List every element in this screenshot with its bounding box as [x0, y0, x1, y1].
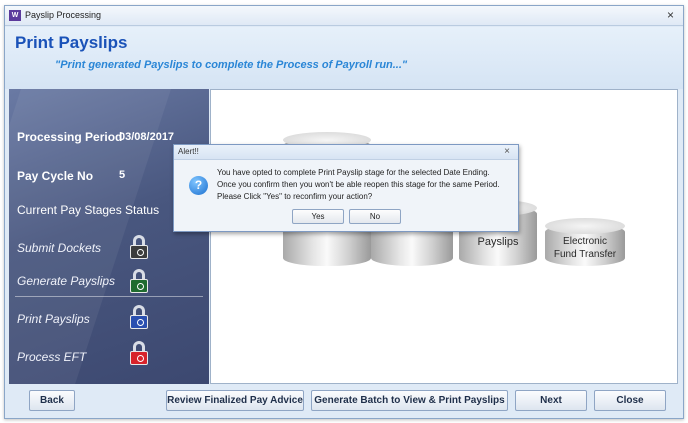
yes-button[interactable]: Yes: [292, 209, 344, 224]
stage-diagram-panel: Payslips Electronic Fund Transfer: [210, 89, 678, 384]
alert-message-line2: Once you confirm then you won't be able …: [217, 180, 500, 189]
pay-stages-status-heading: Current Pay Stages Status: [17, 203, 160, 217]
alert-message-line1: You have opted to complete Print Payslip…: [217, 168, 490, 177]
payslips-stage-label: Payslips: [477, 236, 519, 248]
stage-process-eft-label: Process EFT: [17, 350, 87, 364]
page-header: Print Payslips "Print generated Payslips…: [5, 27, 683, 89]
stage-generate-payslips-label: Generate Payslips: [17, 274, 116, 288]
window-titlebar: W Payslip Processing ×: [5, 6, 683, 26]
stage-cylinder-top: [545, 218, 625, 234]
stage-divider: [15, 296, 203, 297]
stage-print-payslips-label: Print Payslips: [17, 312, 90, 326]
alert-dialog-titlebar: Alert!! ×: [174, 145, 518, 160]
next-button[interactable]: Next: [515, 390, 587, 411]
sidebar-status-panel: Processing Period 03/08/2017 Pay Cycle N…: [9, 89, 209, 384]
alert-close-icon[interactable]: ×: [504, 146, 510, 157]
generate-batch-button[interactable]: Generate Batch to View & Print Payslips: [311, 390, 508, 411]
alert-message-line3: Please Click "Yes" to reconfirm your act…: [217, 192, 373, 201]
eft-stage-label-line1: Electronic: [563, 236, 607, 247]
page-title: Print Payslips: [15, 33, 128, 52]
review-pay-advice-button[interactable]: Review Finalized Pay Advice: [166, 390, 304, 411]
padlock-open-icon: [130, 341, 148, 365]
window-close-button[interactable]: ×: [667, 8, 674, 22]
close-button[interactable]: Close: [594, 390, 666, 411]
stage-submit-dockets-label: Submit Dockets: [17, 241, 102, 255]
alert-dialog: Alert!! × ? You have opted to complete P…: [173, 144, 519, 232]
pay-cycle-value: 5: [119, 169, 126, 181]
padlock-open-icon: [130, 269, 148, 293]
question-icon: ?: [189, 176, 208, 195]
page-subtitle: "Print generated Payslips to complete th…: [55, 59, 408, 71]
back-button[interactable]: Back: [29, 390, 75, 411]
window-title: Payslip Processing: [25, 10, 102, 20]
processing-period-label: Processing Period: [17, 130, 123, 144]
padlock-open-icon: [130, 235, 148, 259]
eft-stage-label-line2: Fund Transfer: [553, 249, 617, 260]
processing-period-value: 03/08/2017: [119, 131, 175, 143]
pay-cycle-label: Pay Cycle No: [17, 169, 94, 183]
no-button[interactable]: No: [349, 209, 401, 224]
footer-button-bar: Back Review Finalized Pay Advice Generat…: [5, 384, 683, 418]
app-icon: W: [9, 10, 21, 21]
padlock-open-icon: [130, 305, 148, 329]
alert-dialog-title: Alert!!: [178, 147, 199, 156]
